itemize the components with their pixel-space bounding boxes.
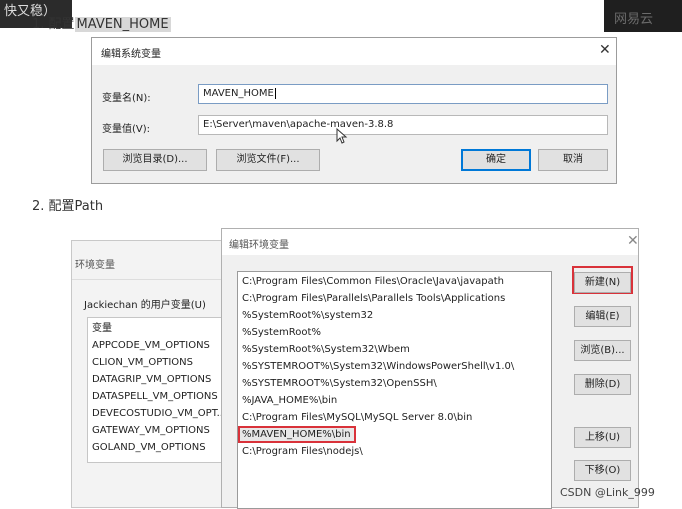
path-entry[interactable]: %SystemRoot%\system32	[238, 307, 551, 324]
move-down-button[interactable]: 下移(O)	[574, 460, 631, 481]
path-entry[interactable]: C:\Program Files\Parallels\Parallels Too…	[238, 290, 551, 307]
dialog-title: 编辑系统变量	[101, 49, 161, 60]
variable-value-value: E:\Server\maven\apache-maven-3.8.8	[203, 119, 394, 130]
list-item[interactable]: DATAGRIP_VM_OPTIONS	[88, 371, 226, 388]
path-entry[interactable]: %JAVA_HOME%\bin	[238, 392, 551, 409]
csdn-credit: CSDN @Link_999	[560, 486, 655, 499]
list-item[interactable]: GATEWAY_VM_OPTIONS	[88, 422, 226, 439]
list-item[interactable]: DATASPELL_VM_OPTIONS	[88, 388, 226, 405]
move-up-button[interactable]: 上移(U)	[574, 427, 631, 448]
path-entry[interactable]: C:\Program Files\MySQL\MySQL Server 8.0\…	[238, 409, 551, 426]
edit-button[interactable]: 编辑(E)	[574, 306, 631, 327]
user-vars-list[interactable]: 变量 APPCODE_VM_OPTIONS CLION_VM_OPTIONS DAT…	[87, 317, 227, 463]
variable-value-field[interactable]: E:\Server\maven\apache-maven-3.8.8	[198, 115, 608, 135]
delete-button[interactable]: 删除(D)	[574, 374, 631, 395]
list-item[interactable]: GOLAND_VM_OPTIONS	[88, 439, 226, 456]
cancel-button[interactable]: 取消	[538, 149, 608, 171]
browse-file-button[interactable]: 浏览文件(F)...	[216, 149, 320, 171]
step1-heading: 1. 配置 MAVEN_HOME	[32, 13, 171, 32]
watermark-logo: 网易云	[614, 12, 654, 27]
close-icon[interactable]: ✕	[627, 233, 639, 249]
column-header: 变量	[92, 323, 112, 334]
mouse-cursor-icon	[336, 128, 348, 144]
browse-directory-button[interactable]: 浏览目录(D)...	[103, 149, 207, 171]
variable-name-value: MAVEN_HOME	[203, 88, 274, 99]
path-entry[interactable]: %SYSTEMROOT%\System32\OpenSSH\	[238, 375, 551, 392]
list-item[interactable]: APPCODE_VM_OPTIONS	[88, 337, 226, 354]
close-icon[interactable]: ✕	[599, 42, 611, 58]
divider	[72, 279, 230, 280]
path-entry[interactable]: %SYSTEMROOT%\System32\WindowsPowerShell\…	[238, 358, 551, 375]
env-dialog-title: 环境变量	[75, 260, 115, 271]
list-item[interactable]: CLION_VM_OPTIONS	[88, 354, 226, 371]
path-dialog-title: 编辑环境变量	[229, 240, 289, 251]
path-entries-list[interactable]: C:\Program Files\Common Files\Oracle\Jav…	[237, 271, 552, 509]
step1-highlight: MAVEN_HOME	[74, 17, 171, 32]
path-entry-selected[interactable]: %MAVEN_HOME%\bin	[238, 426, 356, 443]
path-entry[interactable]: %SystemRoot%	[238, 324, 551, 341]
step2-heading: 2. 配置Path	[32, 199, 104, 214]
variable-value-label: 变量值(V):	[102, 124, 151, 135]
list-item[interactable]: DEVECOSTUDIO_VM_OPT...	[88, 405, 226, 422]
variable-name-field[interactable]: MAVEN_HOME	[198, 84, 608, 104]
edit-system-variable-dialog: 编辑系统变量 ✕ 变量名(N): MAVEN_HOME 变量值(V): E:\S…	[91, 37, 617, 184]
environment-variables-dialog: 环境变量 Jackiechan 的用户变量(U) 变量 APPCODE_VM_O…	[71, 240, 231, 508]
step1-prefix: 1. 配置	[32, 17, 75, 32]
ok-button[interactable]: 确定	[461, 149, 531, 171]
browse-button[interactable]: 浏览(B)...	[574, 340, 631, 361]
user-vars-label: Jackiechan 的用户变量(U)	[84, 300, 206, 311]
variable-name-label: 变量名(N):	[102, 93, 151, 104]
new-button[interactable]: 新建(N)	[574, 272, 631, 293]
path-entry[interactable]: C:\Program Files\Common Files\Oracle\Jav…	[238, 273, 551, 290]
path-entry[interactable]: %SystemRoot%\System32\Wbem	[238, 341, 551, 358]
edit-path-dialog: 编辑环境变量 ✕ C:\Program Files\Common Files\O…	[221, 228, 639, 509]
path-entry[interactable]: C:\Program Files\nodejs\	[238, 443, 551, 460]
